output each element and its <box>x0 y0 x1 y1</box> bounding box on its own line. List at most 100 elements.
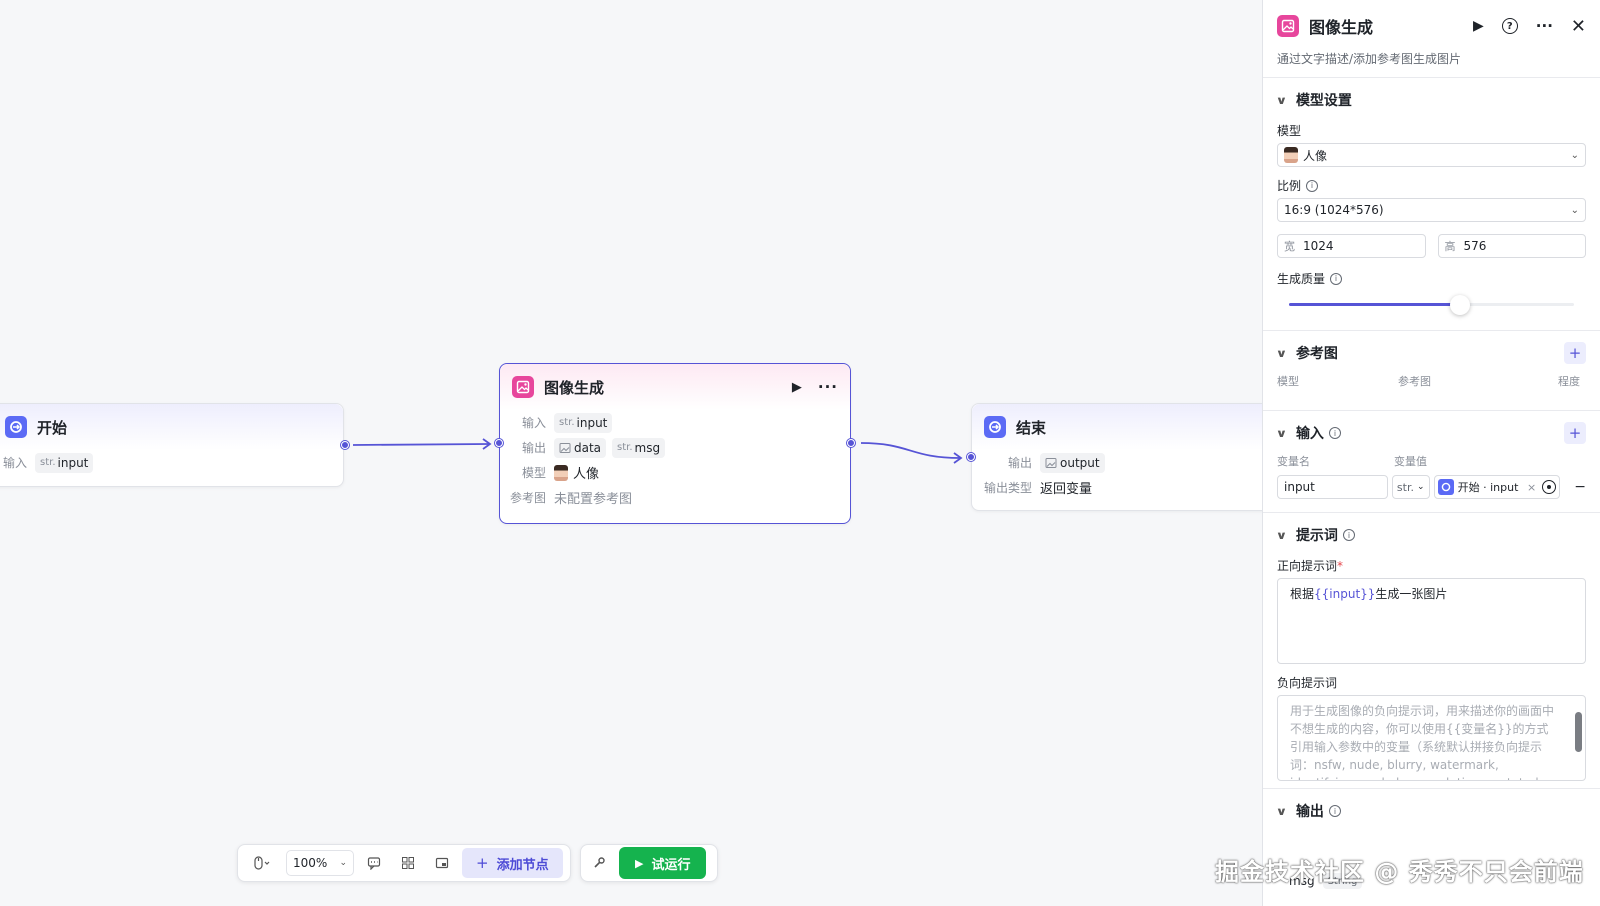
output-type-value: 返回变量 <box>1040 482 1093 497</box>
play-icon[interactable]: ▶ <box>1473 18 1484 34</box>
input-var-tag: str. input <box>35 452 94 473</box>
image-icon <box>512 376 534 398</box>
remove-var-button[interactable]: − <box>1574 479 1586 495</box>
output-type-label: 输出类型 <box>983 481 1032 495</box>
minimap-button[interactable] <box>428 849 456 877</box>
reference-header[interactable]: ∨ 参考图 + <box>1275 341 1586 365</box>
debug-tool-button[interactable] <box>585 849 613 877</box>
image-input-port[interactable] <box>495 439 503 447</box>
output-var-tag: output <box>1040 452 1105 473</box>
reference-section: ∨ 参考图 + 模型 参考图 程度 <box>1263 331 1600 411</box>
info-icon: i <box>1328 427 1341 439</box>
add-reference-button[interactable]: + <box>1564 342 1586 364</box>
output-data-tag: data <box>554 437 607 458</box>
end-input-port[interactable] <box>967 453 975 461</box>
start-node-title: 开始 <box>37 418 68 437</box>
input-section: ∨ 输入 i + 变量名 变量值 input str. ⌄ 开始 · input … <box>1263 411 1600 513</box>
col-reference: 参考图 <box>1398 375 1431 388</box>
chevron-down-icon: ⌄ <box>339 858 347 868</box>
play-icon[interactable]: ▶ <box>792 380 802 395</box>
start-icon <box>5 416 27 438</box>
positive-prompt-input[interactable]: 根据{{input}}生成一张图片 <box>1277 578 1586 664</box>
input-header[interactable]: ∨ 输入 i + <box>1276 421 1586 445</box>
output-header[interactable]: ∨ 输出 i <box>1275 799 1586 823</box>
start-icon <box>1437 479 1454 495</box>
output-msg-tag: str. msg <box>612 437 666 458</box>
more-icon[interactable]: ··· <box>1536 17 1553 35</box>
panel-title: 图像生成 <box>1309 18 1374 37</box>
chevron-down-icon: ⌄ <box>1570 149 1579 161</box>
image-icon <box>1277 15 1299 37</box>
help-icon[interactable]: ? <box>1501 18 1518 34</box>
var-name-input[interactable]: input <box>1277 475 1388 499</box>
run-toolbar: ▶ 试运行 <box>580 844 718 882</box>
plus-icon: + <box>476 854 489 872</box>
quality-slider[interactable] <box>1289 293 1574 317</box>
test-run-button[interactable]: ▶ 试运行 <box>619 847 707 879</box>
ratio-select[interactable]: 16:9 (1024*576) ⌄ <box>1277 198 1586 222</box>
col-var-value: 变量值 <box>1394 455 1427 468</box>
chevron-down-icon: ∨ <box>1275 804 1288 818</box>
slider-knob[interactable] <box>1450 295 1470 315</box>
start-node[interactable]: 开始 输入 str. input <box>0 403 349 487</box>
layout-grid-button[interactable] <box>394 849 422 877</box>
start-output-port[interactable] <box>341 441 349 449</box>
negative-prompt-label: 负向提示词 <box>1277 676 1338 690</box>
input-label: 输入 <box>2 456 27 470</box>
end-node[interactable]: 结束 输出 output 输出类型 返回变量 <box>967 403 1271 511</box>
mouse-mode-button[interactable] <box>244 849 280 877</box>
info-icon: i <box>1328 805 1341 817</box>
panel-description: 通过文字描述/添加参考图生成图片 <box>1277 52 1462 66</box>
height-input[interactable]: 高 576 <box>1437 234 1586 258</box>
comment-button[interactable] <box>360 849 388 877</box>
more-icon[interactable]: ··· <box>818 378 838 396</box>
portrait-avatar <box>554 464 568 481</box>
info-icon: i <box>1342 529 1355 541</box>
end-icon <box>984 416 1006 438</box>
model-settings-header[interactable]: ∨ 模型设置 <box>1275 88 1586 112</box>
chevron-down-icon: ⌄ <box>1570 204 1579 216</box>
model-settings-section: ∨ 模型设置 模型 人像 ⌄ 比例 i 16:9 (1024*576) ⌄ 宽 10… <box>1263 78 1600 331</box>
image-type-icon <box>559 442 571 453</box>
ref-value: 未配置参考图 <box>554 492 633 507</box>
model-select[interactable]: 人像 ⌄ <box>1277 143 1586 167</box>
add-input-button[interactable]: + <box>1564 422 1586 444</box>
image-type-icon <box>1045 457 1057 468</box>
prompt-section: ∨ 提示词 i 正向提示词 * 根据{{input}}生成一张图片 负向提示词 用于… <box>1263 513 1600 789</box>
info-icon: i <box>1330 272 1343 285</box>
image-output-port[interactable] <box>847 439 855 447</box>
col-degree: 程度 <box>1558 375 1580 388</box>
output-label: 输出 <box>521 441 546 455</box>
chevron-down-icon: ∨ <box>1275 346 1288 360</box>
edge-arrowhead <box>953 452 963 464</box>
portrait-avatar <box>1284 147 1298 163</box>
chevron-down-icon: ∨ <box>1275 528 1288 542</box>
workflow-canvas[interactable]: 开始 输入 str. input 图像生成 ▶ ··· 输入 str. input … <box>0 0 1271 906</box>
chevron-down-icon: ∨ <box>1275 93 1288 107</box>
info-icon: i <box>1306 179 1319 192</box>
var-ref-select[interactable]: 开始 · input × <box>1433 475 1561 499</box>
chevron-down-icon: ⌄ <box>1417 482 1425 492</box>
close-icon[interactable]: ✕ <box>1571 16 1586 37</box>
width-input[interactable]: 宽 1024 <box>1277 234 1426 258</box>
model-label: 模型 <box>521 466 546 480</box>
target-icon <box>1542 480 1557 494</box>
var-type-select[interactable]: str. ⌄ <box>1391 475 1430 499</box>
ref-label: 参考图 <box>509 491 546 505</box>
negative-prompt-input[interactable]: 用于生成图像的负向提示词，用来描述你的画面中不想生成的内容，你可以使用{{变量名… <box>1277 695 1586 781</box>
ratio-label: 比例 i <box>1277 177 1586 194</box>
quality-label: 生成质量 i <box>1277 270 1586 287</box>
image-gen-node[interactable]: 图像生成 ▶ ··· 输入 str. input 输出 data str. msg … <box>495 363 855 524</box>
input-var-tag: str. input <box>554 412 613 433</box>
model-value: 人像 <box>573 467 600 482</box>
prompt-header[interactable]: ∨ 提示词 i <box>1275 523 1586 547</box>
end-node-title: 结束 <box>1016 418 1047 437</box>
node-settings-panel: 图像生成 ▶ ? ··· ✕ 通过文字描述/添加参考图生成图片 ∨ 模型设置 模… <box>1262 0 1600 906</box>
zoom-select[interactable]: 100% ⌄ <box>286 850 354 876</box>
col-model: 模型 <box>1277 375 1299 388</box>
canvas-toolbar: 100% ⌄ + 添加节点 <box>237 844 571 882</box>
scrollbar[interactable] <box>1575 712 1582 752</box>
clear-icon: × <box>1527 480 1537 494</box>
edge-start-to-image <box>352 443 490 446</box>
add-node-button[interactable]: + 添加节点 <box>462 848 563 878</box>
